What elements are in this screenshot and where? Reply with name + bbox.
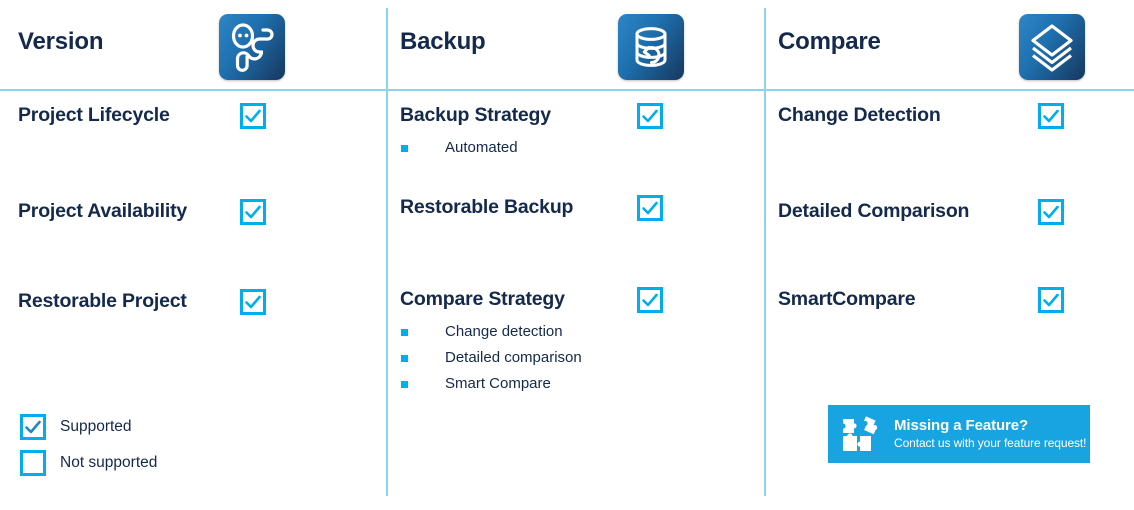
feature-label: Restorable Project	[18, 290, 187, 312]
supported-checkbox[interactable]	[637, 195, 663, 221]
version-branch-icon	[219, 14, 285, 80]
legend-label-not-supported: Not supported	[60, 454, 158, 471]
legend-item-supported: Supported	[20, 412, 157, 442]
column-version: Version Project Lifecycle Project Availa…	[0, 0, 386, 510]
missing-feature-banner[interactable]: Missing a Feature? Contact us with your …	[828, 405, 1090, 463]
legend: Supported Not supported	[20, 412, 157, 484]
feature-label: Project Availability	[18, 200, 188, 222]
feature-label: SmartCompare	[778, 288, 916, 310]
supported-checkbox[interactable]	[637, 287, 663, 313]
feature-label: Change Detection	[778, 104, 941, 126]
column-title-backup: Backup	[400, 28, 486, 55]
banner-subtitle: Contact us with your feature request!	[894, 436, 1087, 450]
supported-checkbox[interactable]	[240, 103, 266, 129]
supported-checkbox[interactable]	[1038, 199, 1064, 225]
supported-checkbox[interactable]	[637, 103, 663, 129]
feature-label: Project Lifecycle	[18, 104, 170, 126]
column-header-compare: Compare	[764, 0, 1134, 89]
database-restore-icon	[618, 14, 684, 80]
sub-list-item: Automated	[400, 135, 518, 161]
column-title-compare: Compare	[778, 28, 881, 55]
sub-list-item: Change detection	[400, 319, 582, 345]
sub-list-item: Smart Compare	[400, 371, 582, 397]
legend-item-not-supported: Not supported	[20, 448, 157, 478]
supported-checkbox[interactable]	[1038, 103, 1064, 129]
column-header-version: Version	[0, 0, 386, 89]
sub-list: Change detection Detailed comparison Sma…	[400, 319, 582, 397]
column-title-version: Version	[18, 28, 104, 55]
feature-label: Backup Strategy	[400, 104, 551, 126]
sub-list-item: Detailed comparison	[400, 345, 582, 371]
legend-checkbox-unchecked	[20, 450, 46, 476]
stacked-layers-icon	[1019, 14, 1085, 80]
supported-checkbox[interactable]	[1038, 287, 1064, 313]
feature-label: Restorable Backup	[400, 196, 574, 218]
banner-title: Missing a Feature?	[894, 417, 1029, 434]
legend-checkbox-checked	[20, 414, 46, 440]
feature-label: Compare Strategy	[400, 288, 565, 310]
feature-label: Detailed Comparison	[778, 200, 970, 222]
supported-checkbox[interactable]	[240, 199, 266, 225]
sub-list: Automated	[400, 135, 518, 161]
banner-text: Missing a Feature? Contact us with your …	[894, 417, 1087, 451]
puzzle-pieces-icon	[840, 414, 884, 454]
column-backup: Backup Backup Strategy Automated Restora…	[386, 0, 764, 510]
legend-label-supported: Supported	[60, 418, 132, 435]
supported-checkbox[interactable]	[240, 289, 266, 315]
column-header-backup: Backup	[386, 0, 764, 89]
